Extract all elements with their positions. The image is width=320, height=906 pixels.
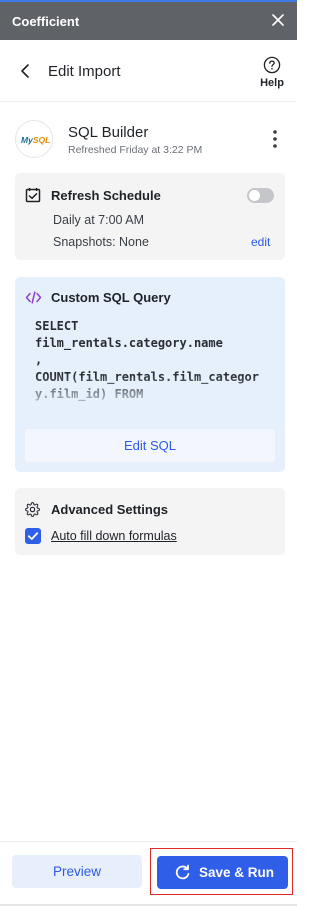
- footer-divider: [0, 841, 297, 842]
- advanced-settings-title: Advanced Settings: [51, 502, 169, 517]
- close-icon[interactable]: [269, 11, 287, 29]
- refresh-schedule-card: Refresh Schedule Daily at 7:00 AM Snapsh…: [15, 173, 285, 260]
- refresh-icon: [175, 864, 190, 880]
- auto-fill-label[interactable]: Auto fill down formulas: [51, 529, 177, 543]
- checkmark-icon: [27, 532, 39, 540]
- gear-icon: [25, 502, 40, 517]
- toggle-knob: [249, 190, 260, 201]
- data-source-row: MySQL SQL Builder Refreshed Friday at 3:…: [15, 118, 290, 162]
- page-title: Edit Import: [48, 63, 121, 80]
- back-arrow-icon[interactable]: [18, 62, 32, 80]
- refresh-schedule-toggle[interactable]: [247, 188, 274, 203]
- mysql-logo: MySQL: [15, 120, 53, 158]
- preview-button[interactable]: Preview: [12, 855, 142, 888]
- sql-fade-overlay: [35, 375, 273, 411]
- calendar-check-icon: [25, 188, 41, 203]
- help-icon: [263, 56, 281, 74]
- app-titlebar: Coefficient: [0, 0, 297, 40]
- schedule-text: Daily at 7:00 AM: [53, 213, 145, 227]
- edit-schedule-link[interactable]: edit: [251, 235, 270, 249]
- snapshots-text: Snapshots: None: [53, 235, 149, 249]
- advanced-settings-card: Advanced Settings: [15, 488, 285, 555]
- more-options-icon[interactable]: [271, 129, 279, 149]
- save-and-run-label: Save & Run: [199, 865, 275, 880]
- save-and-run-button[interactable]: Save & Run: [157, 856, 288, 889]
- refresh-schedule-title: Refresh Schedule: [51, 188, 161, 203]
- page-header: Edit Import Help: [0, 40, 297, 102]
- auto-fill-checkbox[interactable]: [25, 528, 41, 544]
- edit-sql-button[interactable]: Edit SQL: [25, 429, 275, 462]
- help-button[interactable]: Help: [256, 56, 288, 89]
- mysql-logo-text: MySQL: [21, 135, 51, 145]
- app-title: Coefficient: [12, 14, 80, 29]
- code-icon: [25, 291, 42, 304]
- last-refreshed-text: Refreshed Friday at 3:22 PM: [68, 144, 203, 156]
- source-name: SQL Builder: [68, 124, 149, 141]
- help-label: Help: [260, 77, 284, 89]
- custom-sql-title: Custom SQL Query: [51, 290, 171, 305]
